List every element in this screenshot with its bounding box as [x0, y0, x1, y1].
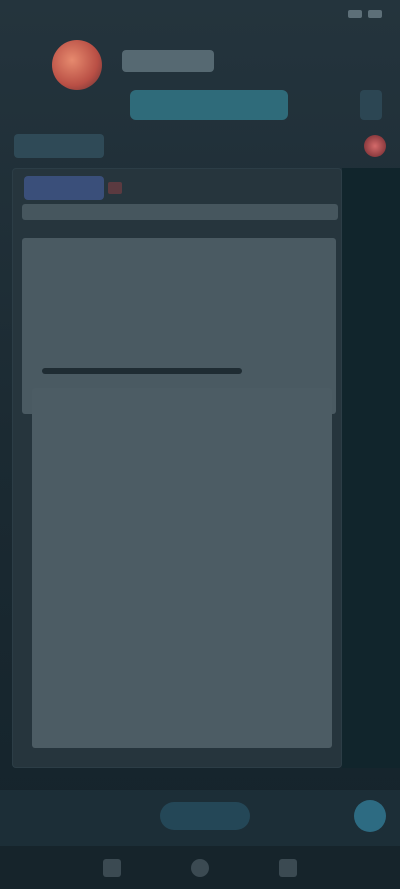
system-nav-bar: [0, 846, 400, 889]
sub-toolbar: [0, 124, 400, 168]
message-quote-block: [32, 388, 332, 748]
message-heading-line: [22, 204, 338, 220]
status-badge[interactable]: [130, 90, 288, 120]
status-bar: [0, 0, 400, 28]
status-icons: [348, 10, 382, 18]
battery-icon: [368, 10, 382, 18]
recent-apps-icon[interactable]: [279, 858, 297, 877]
send-button[interactable]: [354, 800, 386, 832]
signal-icon: [348, 10, 362, 18]
home-icon[interactable]: [191, 858, 209, 877]
alert-icon[interactable]: [364, 135, 386, 157]
compose-input[interactable]: [160, 802, 250, 830]
avatar[interactable]: [52, 40, 102, 90]
divider: [42, 368, 242, 374]
message-label: [24, 176, 104, 200]
filter-button[interactable]: [14, 134, 104, 158]
compose-bar: [0, 790, 400, 846]
page-title: [122, 50, 214, 72]
chat-header: [0, 28, 400, 120]
back-icon[interactable]: [103, 858, 121, 877]
flag-icon: [108, 182, 122, 194]
message-card: [12, 168, 342, 768]
side-scroll-region[interactable]: [342, 168, 400, 768]
more-icon[interactable]: [360, 90, 382, 120]
